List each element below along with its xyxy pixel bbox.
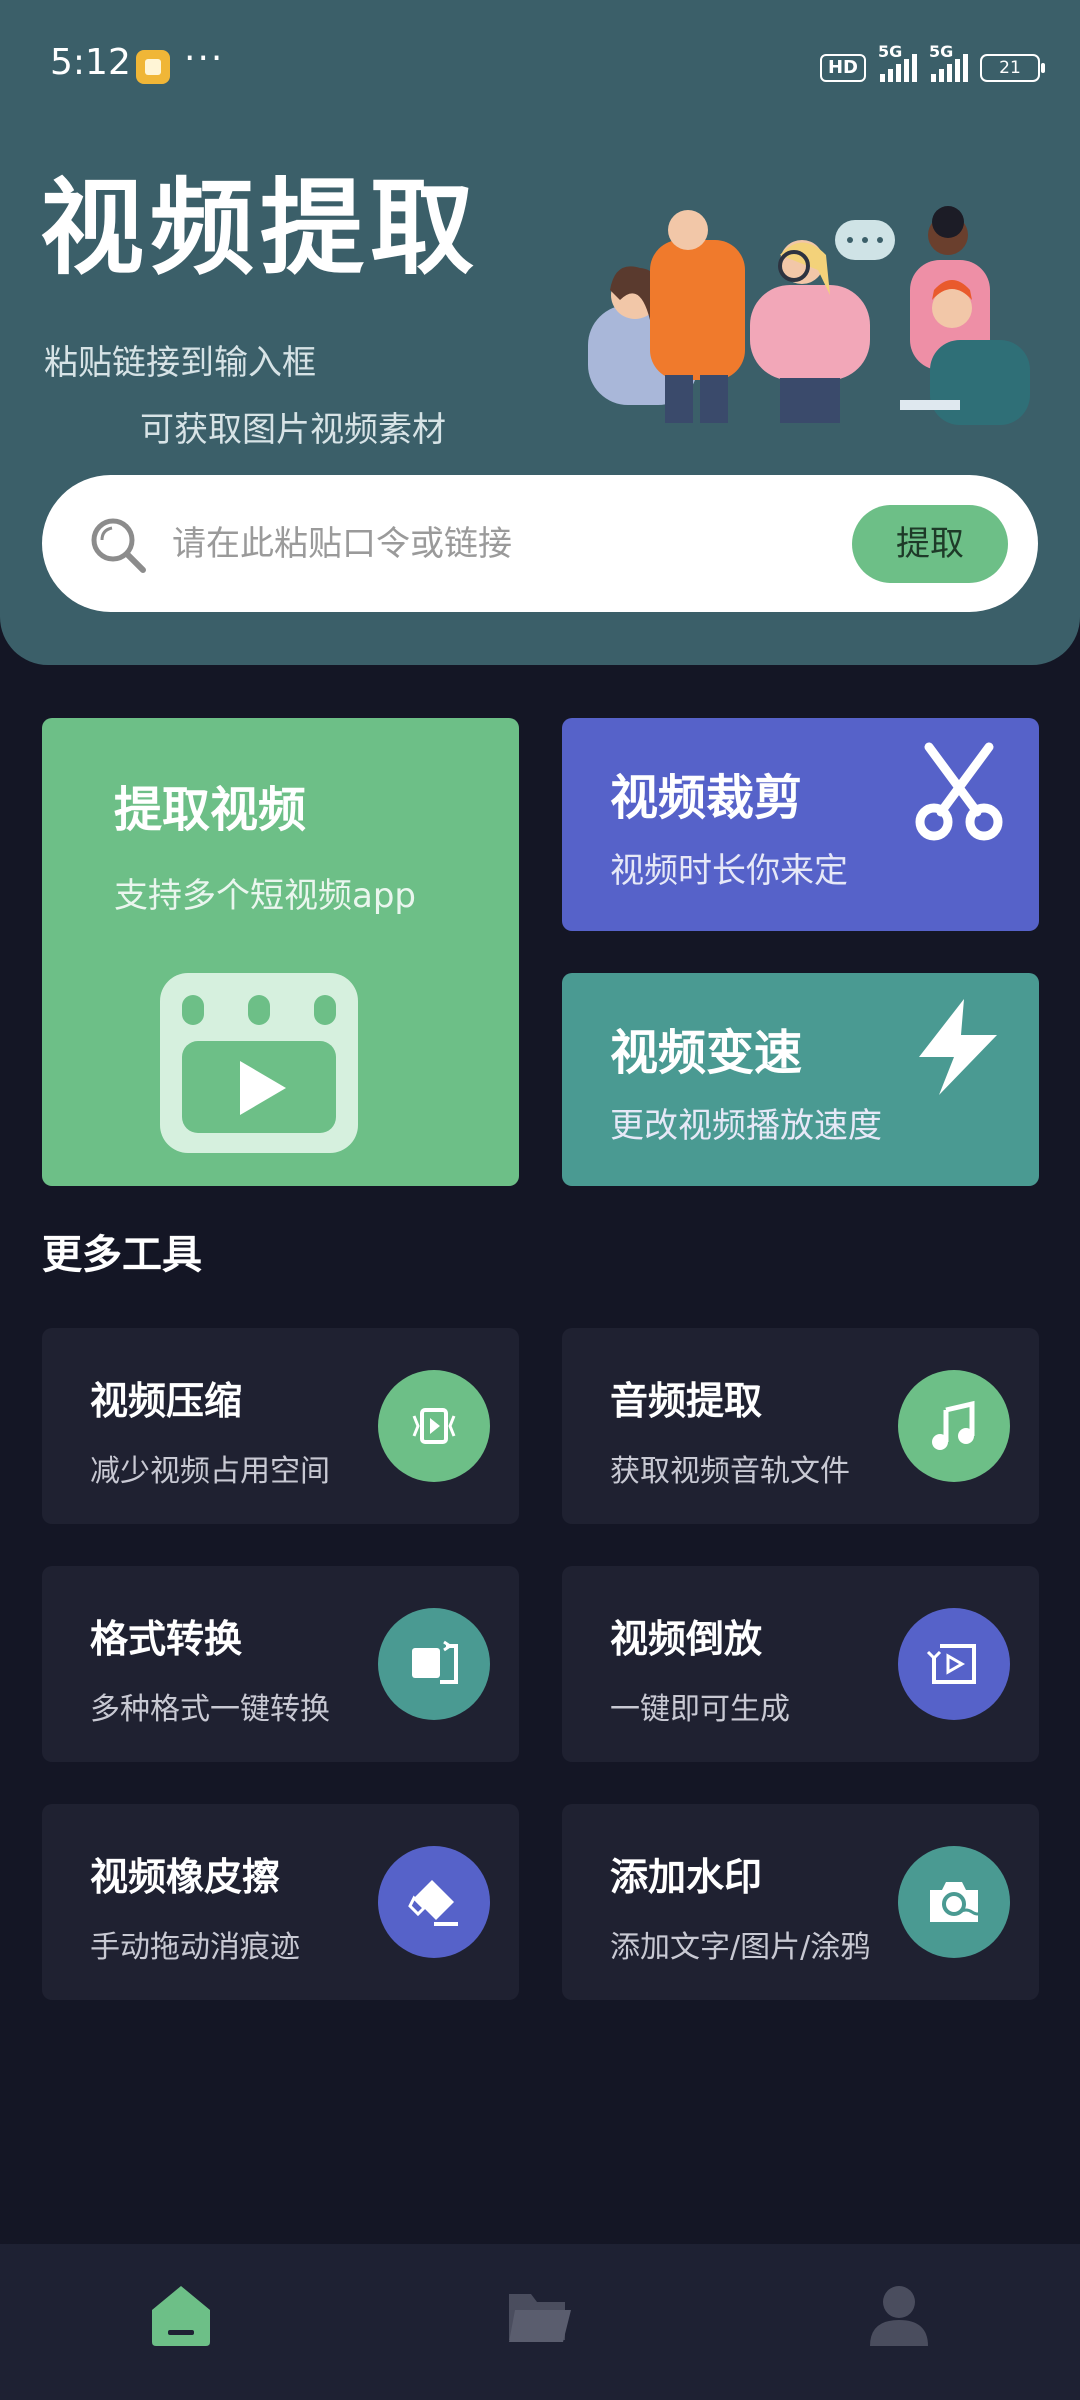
- card-title: 提取视频: [114, 782, 307, 838]
- compress-video-tool[interactable]: 视频压缩 减少视频占用空间: [42, 1328, 519, 1524]
- tool-title: 视频橡皮擦: [90, 1855, 281, 1899]
- more-notifications-icon: ···: [184, 38, 225, 79]
- video-eraser-tool[interactable]: 视频橡皮擦 手动拖动消痕迹: [42, 1804, 519, 2000]
- video-speed-card[interactable]: 视频变速 更改视频播放速度: [562, 973, 1039, 1186]
- card-title: 视频变速: [610, 1025, 803, 1081]
- search-bar: 提取: [42, 475, 1038, 612]
- tool-subtitle: 获取视频音轨文件: [610, 1454, 850, 1489]
- card-title: 视频裁剪: [610, 770, 803, 826]
- video-player-icon: [160, 973, 358, 1153]
- convert-icon: [378, 1608, 490, 1720]
- tool-subtitle: 添加文字/图片/涂鸦: [610, 1930, 871, 1965]
- card-subtitle: 更改视频播放速度: [610, 1106, 882, 1146]
- network-type-1: 5G: [878, 42, 903, 61]
- eraser-icon: [378, 1846, 490, 1958]
- tool-subtitle: 多种格式一键转换: [90, 1692, 330, 1727]
- battery-icon: 21: [980, 54, 1045, 82]
- tool-title: 音频提取: [610, 1379, 763, 1423]
- lightning-icon: [919, 999, 997, 1095]
- search-icon: [91, 518, 146, 573]
- tool-subtitle: 一键即可生成: [610, 1692, 790, 1727]
- extract-video-card[interactable]: 提取视频 支持多个短视频app: [42, 718, 519, 1186]
- scissors-icon: [915, 742, 1003, 841]
- camera-watermark-icon: [898, 1846, 1010, 1958]
- status-bar: 5:12 ··· HD 5G 5G 21: [0, 0, 1080, 130]
- add-watermark-tool[interactable]: 添加水印 添加文字/图片/涂鸦: [562, 1804, 1039, 2000]
- tool-title: 添加水印: [610, 1855, 763, 1899]
- music-note-icon: [898, 1370, 1010, 1482]
- card-subtitle: 支持多个短视频app: [114, 876, 416, 916]
- page-title: 视频提取: [40, 167, 481, 289]
- audio-extract-tool[interactable]: 音频提取 获取视频音轨文件: [562, 1328, 1039, 1524]
- video-trim-card[interactable]: 视频裁剪 视频时长你来定: [562, 718, 1039, 931]
- format-convert-tool[interactable]: 格式转换 多种格式一键转换: [42, 1566, 519, 1762]
- link-input[interactable]: [170, 507, 734, 581]
- home-icon[interactable]: [146, 2280, 216, 2350]
- status-indicators: HD 5G 5G 21: [819, 42, 1045, 86]
- profile-icon[interactable]: [864, 2280, 934, 2350]
- signal-2-icon: 5G: [929, 42, 968, 82]
- reverse-play-icon: [898, 1608, 1010, 1720]
- network-type-2: 5G: [929, 42, 954, 61]
- hd-voice-icon: HD: [819, 54, 866, 82]
- status-time: 5:12: [50, 42, 131, 83]
- extract-button[interactable]: 提取: [852, 505, 1008, 583]
- tool-subtitle: 减少视频占用空间: [90, 1454, 330, 1489]
- tool-title: 视频压缩: [90, 1379, 243, 1423]
- card-subtitle: 视频时长你来定: [610, 851, 848, 891]
- notification-app-icon: [136, 50, 170, 84]
- reverse-video-tool[interactable]: 视频倒放 一键即可生成: [562, 1566, 1039, 1762]
- tool-subtitle: 手动拖动消痕迹: [90, 1930, 300, 1965]
- tool-title: 格式转换: [90, 1617, 243, 1661]
- more-tools-title: 更多工具: [42, 1232, 202, 1278]
- header-subtitle-1: 粘贴链接到输入框: [44, 343, 316, 383]
- bottom-nav: [0, 2244, 1080, 2400]
- compress-video-icon: [378, 1370, 490, 1482]
- signal-1-icon: 5G: [878, 42, 917, 82]
- people-illustration: [588, 206, 1030, 425]
- tool-title: 视频倒放: [610, 1617, 763, 1661]
- header-subtitle-2: 可获取图片视频素材: [140, 410, 446, 450]
- folder-icon[interactable]: [505, 2280, 575, 2350]
